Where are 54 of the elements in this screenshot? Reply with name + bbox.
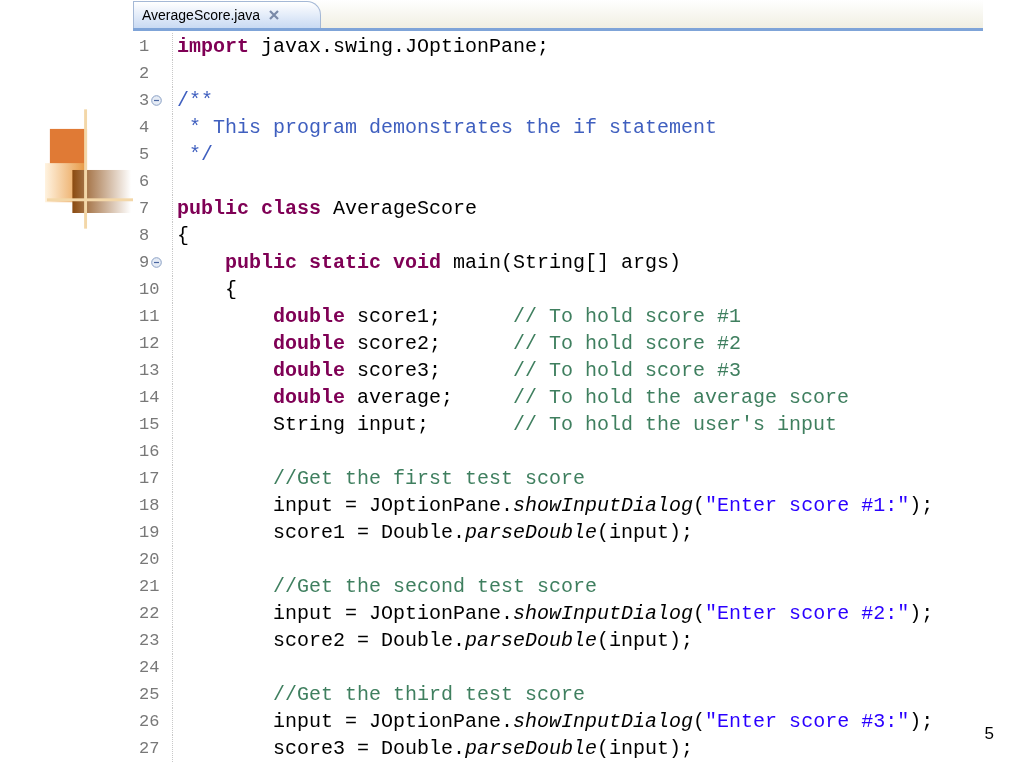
line-number: 9 xyxy=(139,253,150,272)
code-line: input = JOptionPane.showInputDialog("Enter score #3:"); xyxy=(272,710,934,733)
collapse-icon[interactable] xyxy=(151,257,163,268)
code-line: //Get the third test score xyxy=(272,683,586,706)
line-number: 3 xyxy=(139,91,150,110)
line-number: 1 xyxy=(139,37,150,56)
code-line: double score3; // To hold score #3 xyxy=(272,359,742,382)
code-line: input = JOptionPane.showInputDialog("Enter score #1:"); xyxy=(272,494,934,517)
line-number: 12 xyxy=(139,334,160,353)
code-line: //Get the first test score xyxy=(272,467,586,490)
code-line: double average; // To hold the average score xyxy=(272,386,850,409)
line-number: 25 xyxy=(139,685,160,704)
line-number: 8 xyxy=(139,226,150,245)
line-number: 21 xyxy=(139,577,160,596)
code-line: public class AverageScore xyxy=(177,197,478,220)
line-number: 19 xyxy=(139,523,160,542)
line-number: 7 xyxy=(139,199,150,218)
editor-tab[interactable]: AverageScore.java xyxy=(133,1,322,28)
code-line: double score2; // To hold score #2 xyxy=(272,332,742,355)
line-number: 14 xyxy=(139,388,160,407)
code-line: input = JOptionPane.showInputDialog("Enter score #2:"); xyxy=(272,602,934,625)
code-line: * This program demonstrates the if statement xyxy=(188,116,718,139)
line-number: 22 xyxy=(139,604,160,623)
close-icon[interactable] xyxy=(268,9,281,21)
line-number: 23 xyxy=(139,631,160,650)
line-number: 2 xyxy=(139,64,150,83)
code-line: score1 = Double.parseDouble(input); xyxy=(272,521,694,544)
code-line: { xyxy=(177,224,189,247)
line-number: 5 xyxy=(139,145,150,164)
code-line: //Get the second test score xyxy=(272,575,598,598)
line-number: 6 xyxy=(139,172,150,191)
line-number: 17 xyxy=(139,469,160,488)
code-line: /** xyxy=(177,89,213,112)
line-number: 11 xyxy=(139,307,160,326)
slide-number: 5 xyxy=(984,724,994,744)
code-line: score3 = Double.parseDouble(input); xyxy=(272,737,694,760)
code-line: public static void main(String[] args) xyxy=(224,251,682,274)
line-number: 26 xyxy=(139,712,160,731)
code-line: score2 = Double.parseDouble(input); xyxy=(272,629,694,652)
code-line: */ xyxy=(188,143,213,166)
line-number: 18 xyxy=(139,496,160,515)
collapse-icon[interactable] xyxy=(151,95,163,106)
line-number: 13 xyxy=(139,361,160,380)
line-number: 10 xyxy=(139,280,160,299)
line-number: 4 xyxy=(139,118,150,137)
code-line: double score1; // To hold score #1 xyxy=(272,305,742,328)
line-number: 24 xyxy=(139,658,160,677)
code-line: import javax.swing.JOptionPane; xyxy=(177,35,550,58)
line-number: 27 xyxy=(139,739,160,758)
code-line: String input; // To hold the user's input xyxy=(272,413,838,436)
line-number: 20 xyxy=(139,550,160,569)
line-number: 15 xyxy=(139,415,160,434)
code-line: { xyxy=(224,278,237,301)
line-number: 16 xyxy=(139,442,160,461)
